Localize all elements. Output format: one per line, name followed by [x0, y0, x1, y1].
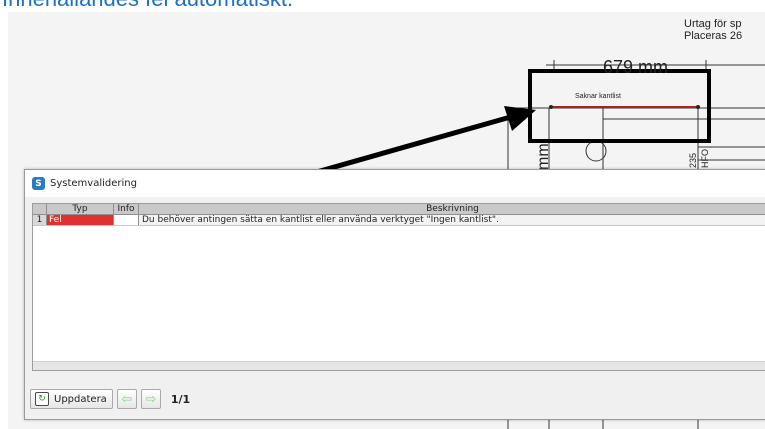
arrow-left-icon: ⇦	[121, 391, 133, 407]
dialog-toolbar: ↻ Uppdatera ⇦ ⇨ 1/1	[30, 388, 190, 410]
column-header-num[interactable]	[33, 204, 47, 214]
missing-edge-label: Saknar kantlist	[575, 93, 621, 100]
update-button[interactable]: ↻ Uppdatera	[30, 389, 113, 409]
update-button-label: Uppdatera	[54, 393, 107, 405]
refresh-icon: ↻	[35, 392, 49, 406]
previous-button[interactable]: ⇦	[116, 389, 137, 409]
row-number: 1	[33, 215, 47, 225]
row-type-error: Fel	[47, 215, 114, 225]
page-indicator: 1/1	[170, 392, 191, 406]
column-header-info[interactable]: Info	[114, 204, 139, 214]
grid-header: Typ Info Beskrivning	[33, 204, 765, 215]
page-caption: Innehallandes fel automatiskt.	[2, 0, 293, 12]
dialog-title: Systemvalidering	[50, 178, 137, 189]
validation-grid: Typ Info Beskrivning 1 Fel Du behöver an…	[32, 203, 765, 371]
app-logo-icon: S	[32, 177, 45, 190]
note-line-2: Placeras 26	[684, 30, 743, 42]
side-text-code: HFO	[700, 149, 710, 168]
dimension-label: 679 mm	[603, 57, 669, 77]
drawing-note: Urtag för sp Placeras 26	[684, 18, 742, 42]
horizontal-scrollbar[interactable]	[33, 361, 765, 370]
row-info	[114, 215, 139, 225]
next-button[interactable]: ⇨	[140, 389, 161, 409]
arrow-right-icon: ⇨	[145, 391, 157, 407]
column-header-type[interactable]: Typ	[47, 204, 114, 214]
validation-dialog: S Systemvalidering Typ Info Beskrivning …	[24, 169, 765, 420]
column-header-description[interactable]: Beskrivning	[139, 204, 765, 214]
table-row[interactable]: 1 Fel Du behöver antingen sätta en kantl…	[33, 215, 765, 226]
dialog-titlebar[interactable]: S Systemvalidering	[25, 170, 765, 197]
side-text-mm: mm	[535, 143, 552, 170]
note-line-1: Urtag för sp	[684, 18, 742, 30]
row-description: Du behöver antingen sätta en kantlist el…	[139, 215, 765, 225]
side-text-235: 235	[688, 152, 698, 168]
